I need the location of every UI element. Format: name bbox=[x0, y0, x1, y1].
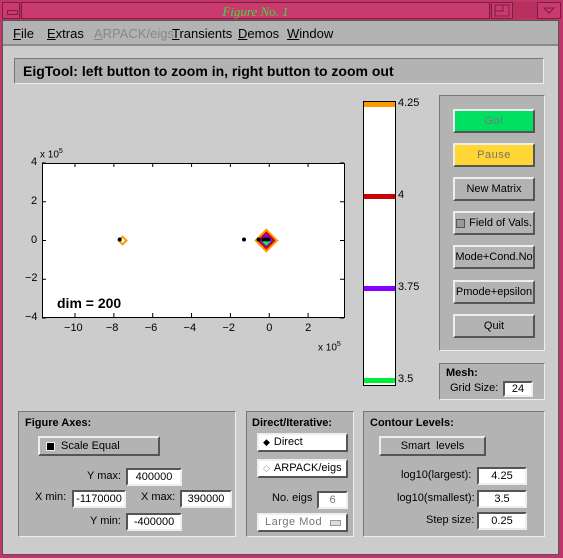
largest-input[interactable]: 4.25 bbox=[477, 467, 527, 485]
radio-selected-icon: ◆ bbox=[263, 437, 270, 447]
colorbar-level-bar bbox=[364, 102, 395, 107]
no-eigs-label: No. eigs bbox=[272, 492, 313, 504]
eigenvalue-point bbox=[117, 237, 122, 242]
ymin-input[interactable]: -400000 bbox=[126, 513, 182, 531]
eigenvalue-point bbox=[256, 237, 261, 242]
ymin-label: Y min: bbox=[90, 515, 121, 527]
field-of-vals-toggle[interactable]: Field of Vals. bbox=[453, 211, 535, 235]
step-size-input[interactable]: 0.25 bbox=[477, 512, 527, 530]
direct-radio[interactable]: ◆ Direct bbox=[257, 433, 348, 452]
figure-axes-title: Figure Axes: bbox=[25, 417, 92, 429]
colorbar-level-bar bbox=[364, 194, 395, 199]
y-tick-label: 4 bbox=[31, 156, 38, 168]
y-tick-label: 0 bbox=[31, 233, 38, 246]
mode-cond-button[interactable]: Mode+Cond.No bbox=[453, 245, 535, 269]
xmax-input[interactable]: 390000 bbox=[180, 490, 232, 508]
step-size-label: Step size: bbox=[426, 514, 475, 526]
colorbar-level-label: 3.5 bbox=[398, 373, 414, 385]
smallest-input[interactable]: 3.5 bbox=[477, 490, 527, 508]
x-tick-label: 0 bbox=[266, 322, 273, 334]
smallest-label: log10(smallest): bbox=[397, 492, 475, 504]
colorbar-level-label: 4 bbox=[398, 189, 405, 201]
quit-button[interactable]: Quit bbox=[453, 314, 535, 338]
contour-levels-title: Contour Levels: bbox=[370, 417, 454, 429]
direct-iterative-panel: Direct/Iterative: ◆ Direct ◇ ARPACK/eigs N… bbox=[246, 411, 354, 537]
colorbar-level-label: 3.75 bbox=[398, 281, 420, 293]
x-tick-label: −2 bbox=[222, 322, 235, 334]
xmin-input[interactable]: -1170000 bbox=[72, 490, 126, 508]
dim-annotation: dim = 200 bbox=[57, 295, 122, 311]
eigenvalue-point bbox=[266, 237, 271, 242]
arpack-radio[interactable]: ◇ ARPACK/eigs bbox=[257, 459, 348, 478]
new-matrix-label: New Matrix bbox=[466, 183, 522, 195]
ymax-input[interactable]: 400000 bbox=[126, 468, 182, 486]
colorbar bbox=[363, 101, 396, 386]
y-tick-label: −4 bbox=[25, 311, 38, 323]
pause-button[interactable]: Pause bbox=[453, 143, 535, 167]
x-exponent-label: x 105 bbox=[318, 341, 341, 354]
smart-levels-button[interactable]: Smart levels bbox=[379, 436, 486, 456]
x-tick-label: −4 bbox=[183, 322, 197, 334]
checkbox-checked-icon bbox=[46, 441, 55, 451]
direct-iterative-title: Direct/Iterative: bbox=[252, 417, 333, 429]
mesh-panel: Mesh: Grid Size: 24 bbox=[439, 363, 545, 400]
dropdown-icon bbox=[330, 520, 341, 526]
figure-axes-panel: Figure Axes: Scale Equal Y max: 400000 X… bbox=[18, 411, 236, 537]
largest-label: log10(largest): bbox=[401, 469, 472, 481]
no-eigs-input: 6 bbox=[317, 491, 348, 509]
mesh-title: Mesh: bbox=[446, 367, 478, 379]
pmode-epsilon-button[interactable]: Pmode+epsilon bbox=[453, 280, 535, 304]
y-tick-label: −2 bbox=[25, 272, 38, 285]
colorbar-level-label: 4.25 bbox=[398, 97, 420, 109]
scale-equal-toggle[interactable]: Scale Equal bbox=[38, 436, 160, 456]
which-eigs-dropdown: Large Mod bbox=[257, 513, 348, 532]
xmin-label: X min: bbox=[35, 491, 67, 503]
x-tick-label: −6 bbox=[144, 322, 158, 334]
colorbar-level-bar bbox=[364, 378, 395, 383]
go-button[interactable]: Go! bbox=[453, 109, 535, 133]
grid-size-label: Grid Size: bbox=[450, 382, 499, 394]
colorbar-level-bar bbox=[364, 286, 395, 291]
x-tick-label: −8 bbox=[105, 322, 119, 334]
control-panel: Go! Pause New Matrix Field of Vals. Mode… bbox=[439, 95, 545, 351]
y-tick-label: 2 bbox=[31, 194, 38, 207]
xmax-label: X max: bbox=[141, 491, 176, 503]
ymax-label: Y max: bbox=[87, 470, 122, 482]
new-matrix-button[interactable]: New Matrix bbox=[453, 177, 535, 201]
grid-size-input[interactable]: 24 bbox=[503, 381, 533, 397]
x-tick-label: −10 bbox=[64, 322, 83, 334]
radio-unselected-icon: ◇ bbox=[263, 463, 270, 473]
x-tick-label: 2 bbox=[305, 322, 312, 334]
eigenvalue-point bbox=[242, 237, 246, 242]
checkbox-icon bbox=[456, 218, 466, 228]
contour-levels-panel: Contour Levels: Smart levels log10(large… bbox=[363, 411, 545, 537]
